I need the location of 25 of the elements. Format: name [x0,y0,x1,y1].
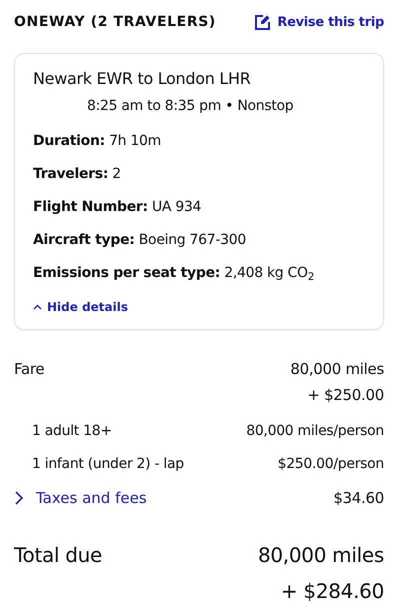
detail-row-text: Duration: 7h 10m [33,132,162,151]
fare-item-label: 1 infant (under 2) - lap [31,455,184,474]
flight-times: 8:25 am to 8:35 pm • Nonstop [87,97,294,116]
chevron-icon [33,304,42,310]
detail-row-text: Emissions per seat type: 2,408 kg CO$_{2}$ [33,264,316,284]
fare-item-label: 1 adult 18+ [31,422,112,441]
detail-row-text: Aircraft type: Boeing 767-300 [33,231,247,250]
taxes-toggle[interactable]: Taxes and fees [14,487,147,510]
fare-amount: 80,000 miles [290,359,384,380]
details-toggle[interactable]: Hide details [33,298,128,316]
revise-link[interactable]: Revise this trip [254,12,384,32]
section-title: ONEWAY (2 TRAVELERS) [14,13,216,32]
edit-icon [254,14,272,31]
detail-row-text: Flight Number: UA 934 [33,198,202,217]
total-amount: 80,000 miles [258,542,384,568]
taxes-amount: $34.60 [333,488,384,509]
fare-item-value: $250.00/person [278,455,384,474]
route-title: Newark EWR to London LHR [33,68,252,90]
fare-item-value: 80,000 miles/person [246,422,384,441]
total-amount: + $284.60 [280,578,384,604]
fare-label: Fare [14,359,44,380]
total-label: Total due [14,542,102,568]
detail-row-text: Travelers: 2 [33,165,122,184]
fare-amount: + $250.00 [306,384,384,406]
chevron-icon [14,490,24,506]
